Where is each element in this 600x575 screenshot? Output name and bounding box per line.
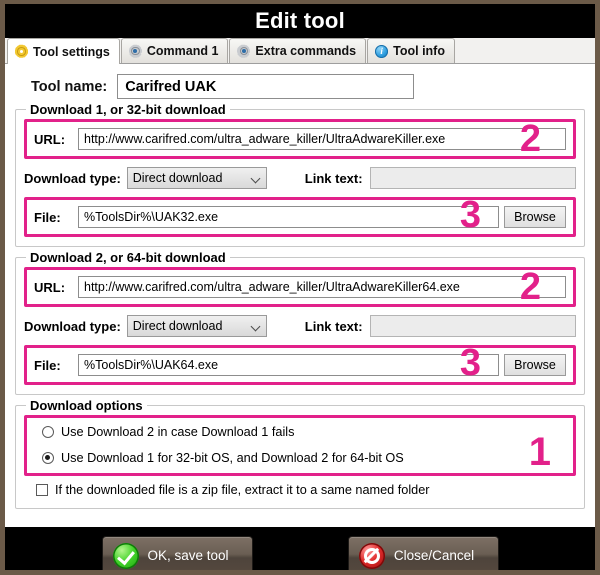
download-1-file-input[interactable] (78, 206, 499, 228)
download-1-url-input[interactable] (78, 128, 566, 150)
download-1-browse-button[interactable]: Browse (504, 206, 566, 228)
download-1-linktext-input[interactable] (369, 167, 576, 189)
edit-tool-window: Edit tool Tool settings Command 1 Extra … (0, 0, 600, 575)
tool-name-row: Tool name: (5, 64, 595, 99)
info-icon: i (375, 44, 389, 58)
download-2-url-label: URL: (34, 279, 66, 295)
download-2-group: Download 2, or 64-bit download URL: 2 Do… (15, 250, 585, 395)
download-2-type-select[interactable]: Direct download (126, 315, 267, 337)
checkbox-extract-zip-label: If the downloaded file is a zip file, ex… (55, 483, 430, 497)
download-1-legend: Download 1, or 32-bit download (26, 102, 230, 117)
download-options-highlight: Use Download 2 in case Download 1 fails … (24, 415, 576, 476)
download-2-file-label: File: (34, 357, 61, 373)
tool-name-input[interactable] (117, 74, 415, 99)
download-2-linktext-input[interactable] (369, 315, 576, 337)
tool-name-label: Tool name: (31, 78, 108, 95)
tab-strip: Tool settings Command 1 Extra commands i… (5, 38, 595, 64)
close-cancel-button[interactable]: Close/Cancel (347, 535, 499, 570)
download-2-type-row: Download type: Direct download Link text… (24, 315, 576, 337)
radio-use-download-2-fallback-label: Use Download 2 in case Download 1 fails (61, 425, 295, 439)
download-1-file-label: File: (34, 209, 61, 225)
download-1-file-highlight: File: Browse 3 (24, 196, 576, 237)
tab-tool-settings-label: Tool settings (33, 44, 110, 59)
download-1-type-row: Download type: Direct download Link text… (24, 167, 576, 189)
radio-use-download-1-32bit[interactable]: Use Download 1 for 32-bit OS, and Downlo… (34, 448, 566, 468)
tab-tool-info-label: Tool info (393, 44, 445, 58)
download-options-group: Download options Use Download 2 in case … (15, 398, 585, 509)
tab-tool-settings[interactable]: Tool settings (7, 38, 120, 64)
download-1-type-label: Download type: (24, 170, 121, 186)
gear-gray-icon (237, 44, 251, 58)
download-2-linktext-label: Link text: (304, 318, 363, 334)
chevron-down-icon (252, 323, 260, 328)
dialog-footer: OK, save tool Close/Cancel (5, 527, 595, 570)
download-2-browse-button[interactable]: Browse (504, 354, 566, 376)
download-1-url-highlight: URL: 2 (24, 119, 576, 159)
check-circle-icon (112, 542, 139, 569)
download-1-linktext-label: Link text: (304, 170, 363, 186)
ok-save-tool-label: OK, save tool (147, 548, 229, 563)
no-entry-icon (358, 542, 385, 569)
gear-gray-icon (128, 44, 142, 58)
radio-icon (42, 426, 54, 438)
tool-settings-panel: Tool name: Download 1, or 32-bit downloa… (5, 64, 595, 527)
download-1-type-value: Direct download (132, 171, 223, 185)
download-1-url-row: URL: (34, 128, 566, 150)
radio-use-download-1-32bit-label: Use Download 1 for 32-bit OS, and Downlo… (61, 451, 404, 465)
download-2-type-label: Download type: (24, 318, 121, 334)
close-cancel-label: Close/Cancel (393, 548, 475, 563)
download-options-legend: Download options (26, 398, 147, 413)
chevron-down-icon (252, 175, 260, 180)
tab-extra-commands-label: Extra commands (255, 44, 357, 58)
download-2-file-row: File: Browse (34, 354, 566, 376)
download-2-url-highlight: URL: 2 (24, 267, 576, 307)
ok-save-tool-button[interactable]: OK, save tool (101, 535, 253, 570)
tab-extra-commands[interactable]: Extra commands (229, 38, 367, 63)
download-1-group: Download 1, or 32-bit download URL: 2 Do… (15, 102, 585, 247)
tab-tool-info[interactable]: i Tool info (367, 38, 455, 63)
window-titlebar: Edit tool (5, 4, 595, 38)
checkbox-extract-zip[interactable]: If the downloaded file is a zip file, ex… (24, 476, 576, 499)
gear-gold-icon (15, 45, 28, 58)
download-2-url-input[interactable] (78, 276, 566, 298)
download-1-url-label: URL: (34, 131, 66, 147)
tab-command-1-label: Command 1 (146, 44, 219, 58)
radio-selected-icon (42, 452, 54, 464)
download-2-file-highlight: File: Browse 3 (24, 344, 576, 385)
window-title: Edit tool (255, 8, 345, 33)
download-2-url-row: URL: (34, 276, 566, 298)
download-1-type-select[interactable]: Direct download (126, 167, 267, 189)
tab-command-1[interactable]: Command 1 (120, 38, 229, 63)
radio-use-download-2-fallback[interactable]: Use Download 2 in case Download 1 fails (34, 422, 566, 442)
download-2-file-input[interactable] (78, 354, 499, 376)
download-2-legend: Download 2, or 64-bit download (26, 250, 230, 265)
download-2-type-value: Direct download (132, 319, 223, 333)
checkbox-icon (36, 484, 48, 496)
download-1-file-row: File: Browse (34, 206, 566, 228)
